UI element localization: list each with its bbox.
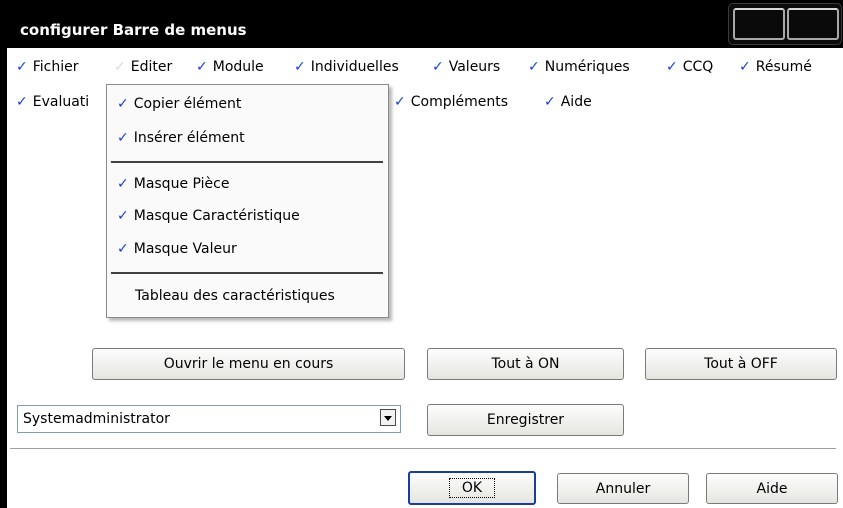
- check-icon: ✓: [196, 59, 208, 75]
- menubar-item-numeriques[interactable]: ✓ Numériques: [528, 59, 630, 75]
- menu-item-tableau-caracteristiques[interactable]: Tableau des caractéristiques: [135, 288, 335, 304]
- menubar-item-ccq[interactable]: ✓ CCQ: [666, 59, 713, 75]
- check-icon: ✓: [117, 208, 129, 224]
- check-icon: ✓: [666, 59, 678, 75]
- window-controls: [728, 3, 842, 45]
- ok-button[interactable]: OK: [408, 471, 536, 505]
- menu-item-label: Masque Caractéristique: [133, 208, 300, 224]
- check-icon: ✓: [16, 94, 28, 110]
- menubar-item-aide[interactable]: ✓ Aide: [544, 94, 592, 110]
- menubar-item-label: Compléments: [410, 94, 509, 110]
- menu-item-label: Masque Pièce: [133, 176, 230, 192]
- window-title: configurer Barre de menus: [20, 21, 247, 39]
- editer-dropdown-menu: ✓ Copier élément ✓ Insérer élément ✓ Masque…: [106, 84, 389, 318]
- menubar-item-individuelles[interactable]: ✓ Individuelles: [294, 59, 399, 75]
- check-icon: ✓: [117, 130, 129, 146]
- menubar-item-label: Module: [212, 59, 264, 75]
- check-icon: ✓: [117, 241, 129, 257]
- menu-item-masque-piece[interactable]: ✓ Masque Pièce: [117, 176, 229, 192]
- check-icon: ✓: [16, 59, 28, 75]
- menubar-item-label: CCQ: [682, 59, 714, 75]
- cancel-button[interactable]: Annuler: [557, 473, 689, 504]
- menu-item-masque-valeur[interactable]: ✓ Masque Valeur: [117, 241, 237, 257]
- all-on-button[interactable]: Tout à ON: [427, 348, 624, 380]
- all-off-button[interactable]: Tout à OFF: [645, 348, 837, 380]
- save-button[interactable]: Enregistrer: [427, 404, 624, 436]
- menubar-item-label: Editer: [130, 59, 173, 75]
- menu-item-label: Masque Valeur: [133, 241, 237, 257]
- window-border: [0, 48, 7, 508]
- menu-separator: [111, 161, 383, 163]
- menubar-item-label: Aide: [560, 94, 592, 110]
- menubar-item-label: Individuelles: [310, 59, 399, 75]
- menubar-item-editer[interactable]: ✓ Editer: [114, 59, 172, 75]
- menubar-item-label: Numériques: [544, 59, 630, 75]
- menubar-item-label: Fichier: [32, 59, 79, 75]
- menu-item-label: Tableau des caractéristiques: [135, 288, 335, 304]
- menubar-item-fichier[interactable]: ✓ Fichier: [16, 59, 79, 75]
- check-icon: ✓: [432, 59, 444, 75]
- check-icon: ✓: [739, 59, 751, 75]
- menu-item-copier-element[interactable]: ✓ Copier élément: [117, 96, 241, 112]
- check-icon: ✓: [294, 59, 306, 75]
- menu-item-inserer-element[interactable]: ✓ Insérer élément: [117, 130, 245, 146]
- menubar-item-resume[interactable]: ✓ Résumé: [739, 59, 812, 75]
- menubar-item-valeurs[interactable]: ✓ Valeurs: [432, 59, 500, 75]
- menubar-item-label: Valeurs: [448, 59, 501, 75]
- close-button[interactable]: [787, 8, 839, 40]
- ok-button-label: OK: [448, 478, 496, 498]
- menubar-item-complements[interactable]: ✓ Compléments: [394, 94, 508, 110]
- help-button[interactable]: Aide: [706, 473, 838, 504]
- menubar-item-label: Evaluati: [32, 94, 90, 110]
- menu-item-label: Copier élément: [133, 96, 242, 112]
- check-icon: ✓: [544, 94, 556, 110]
- user-select[interactable]: Systemadministrator: [17, 405, 401, 433]
- check-icon: ✓: [114, 59, 126, 75]
- user-select-value: Systemadministrator: [23, 411, 170, 427]
- menu-item-masque-caracteristique[interactable]: ✓ Masque Caractéristique: [117, 208, 300, 224]
- open-current-menu-button[interactable]: Ouvrir le menu en cours: [92, 348, 405, 380]
- menubar-item-module[interactable]: ✓ Module: [196, 59, 264, 75]
- title-bar[interactable]: configurer Barre de menus: [0, 0, 843, 48]
- check-icon: ✓: [394, 94, 406, 110]
- minimize-button[interactable]: [733, 8, 785, 40]
- check-icon: ✓: [528, 59, 540, 75]
- divider: [10, 448, 836, 450]
- menu-separator: [111, 272, 383, 274]
- check-icon: ✓: [117, 96, 129, 112]
- dropdown-arrow-icon[interactable]: [380, 409, 396, 426]
- menubar-item-label: Résumé: [755, 59, 812, 75]
- menu-item-label: Insérer élément: [133, 130, 245, 146]
- menubar-item-evaluation[interactable]: ✓ Evaluati: [16, 94, 89, 110]
- check-icon: ✓: [117, 176, 129, 192]
